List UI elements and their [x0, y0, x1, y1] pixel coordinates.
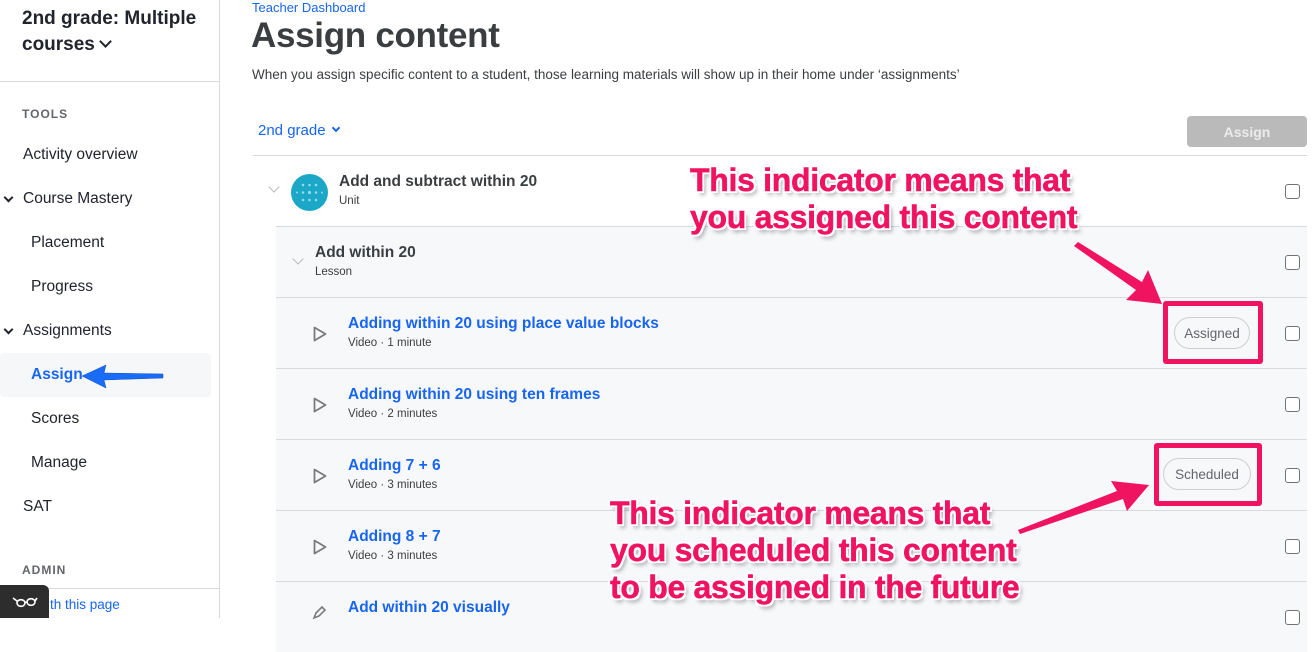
sidebar-item-label: Placement [31, 234, 105, 251]
highlight-box-scheduled [1154, 443, 1262, 506]
section-label-tools: TOOLS [22, 107, 69, 121]
sidebar-item-manage[interactable]: Manage [0, 441, 211, 485]
annotation-assigned: This indicator means that you assigned t… [690, 162, 1078, 236]
sidebar-item-label: Assign [31, 366, 83, 383]
annotation-arrow-blue [81, 364, 164, 389]
sidebar-item-label: Manage [31, 454, 88, 471]
annotation-line: This indicator means that [690, 162, 1071, 199]
sidebar-item-label: Activity overview [23, 146, 138, 163]
sidebar-item-label: SAT [23, 498, 52, 515]
content-item-meta: Video · 2 minutes [348, 408, 438, 420]
grade-select-label: 2nd grade [258, 122, 326, 139]
lesson-checkbox[interactable] [1285, 255, 1300, 270]
lesson-title: Add within 20 [315, 244, 416, 261]
page-description: When you assign specific content to a st… [252, 67, 960, 82]
content-item-checkbox[interactable] [1285, 468, 1300, 483]
course-selector[interactable]: 2nd grade: Multiple courses [22, 6, 212, 58]
chevron-down-icon [3, 192, 14, 203]
content-item-title[interactable]: Adding within 20 using ten frames [348, 386, 600, 404]
content-item-checkbox[interactable] [1285, 326, 1300, 341]
sidebar-item-activity-overview[interactable]: Activity overview [0, 133, 211, 177]
content-item-title[interactable]: Adding 7 + 6 [348, 457, 441, 475]
chevron-down-icon [3, 324, 14, 335]
annotation-line: you assigned this content [690, 199, 1078, 236]
sidebar-item-label: Progress [31, 278, 94, 295]
play-icon [313, 539, 327, 555]
course-title: 2nd grade: Multiple courses [22, 8, 197, 55]
content-item-meta: Video · 3 minutes [348, 550, 438, 562]
glasses-icon [12, 596, 38, 607]
sidebar-item-label: Assignments [23, 322, 112, 339]
annotation-line: to be assigned in the future [610, 569, 1020, 606]
sidebar-item-placement[interactable]: Placement [0, 221, 211, 265]
content-item-checkbox[interactable] [1285, 397, 1300, 412]
annotation-line: you scheduled this content [610, 532, 1017, 569]
annotation-scheduled: This indicator means that you scheduled … [610, 495, 1020, 606]
sidebar-item-label: Course Mastery [23, 190, 133, 207]
unit-title: Add and subtract within 20 [339, 173, 538, 190]
content-item-meta: Video · 1 minute [348, 337, 432, 349]
sidebar: 2nd grade: Multiple courses TOOLS Activi… [0, 0, 220, 618]
content-item-meta: Video · 3 minutes [348, 479, 438, 491]
chevron-down-icon[interactable] [268, 181, 280, 193]
unit-icon [291, 174, 328, 211]
content-item-title[interactable]: Adding 8 + 7 [348, 528, 441, 546]
sidebar-item-sat[interactable]: SAT [0, 485, 211, 529]
sidebar-item-assignments[interactable]: Assignments [0, 309, 211, 353]
content-item-checkbox[interactable] [1285, 539, 1300, 554]
accessibility-button[interactable] [0, 585, 49, 618]
lesson-type: Lesson [315, 266, 353, 278]
main-content: Teacher Dashboard Assign content When yo… [220, 0, 1316, 652]
chevron-down-icon[interactable] [292, 253, 304, 265]
assign-button[interactable]: Assign [1187, 116, 1307, 147]
sidebar-item-scores[interactable]: Scores [0, 397, 211, 441]
content-item-row: Adding within 20 using ten frames Video … [276, 368, 1307, 439]
play-icon [313, 468, 327, 484]
breadcrumb[interactable]: Teacher Dashboard [252, 0, 365, 15]
annotation-arrow-scheduled [1018, 481, 1149, 534]
page-title: Assign content [251, 16, 500, 55]
chevron-down-icon [99, 35, 112, 48]
highlight-box-assigned [1163, 301, 1263, 364]
annotation-arrow-assigned [1074, 242, 1162, 304]
section-label-admin: ADMIN [22, 563, 67, 577]
unit-checkbox[interactable] [1285, 184, 1300, 199]
unit-type: Unit [339, 195, 360, 207]
chevron-down-icon [331, 123, 340, 132]
play-icon [313, 397, 327, 413]
content-item-title[interactable]: Add within 20 visually [348, 599, 510, 617]
grade-select[interactable]: 2nd grade [258, 122, 340, 139]
play-icon [313, 326, 327, 342]
annotation-line: This indicator means that [610, 495, 991, 532]
sidebar-item-course-mastery[interactable]: Course Mastery [0, 177, 211, 221]
help-link[interactable]: th this page [50, 597, 120, 612]
sidebar-item-label: Scores [31, 410, 80, 427]
content-item-title[interactable]: Adding within 20 using place value block… [348, 315, 659, 333]
sidebar-divider [0, 81, 219, 82]
sidebar-item-progress[interactable]: Progress [0, 265, 211, 309]
